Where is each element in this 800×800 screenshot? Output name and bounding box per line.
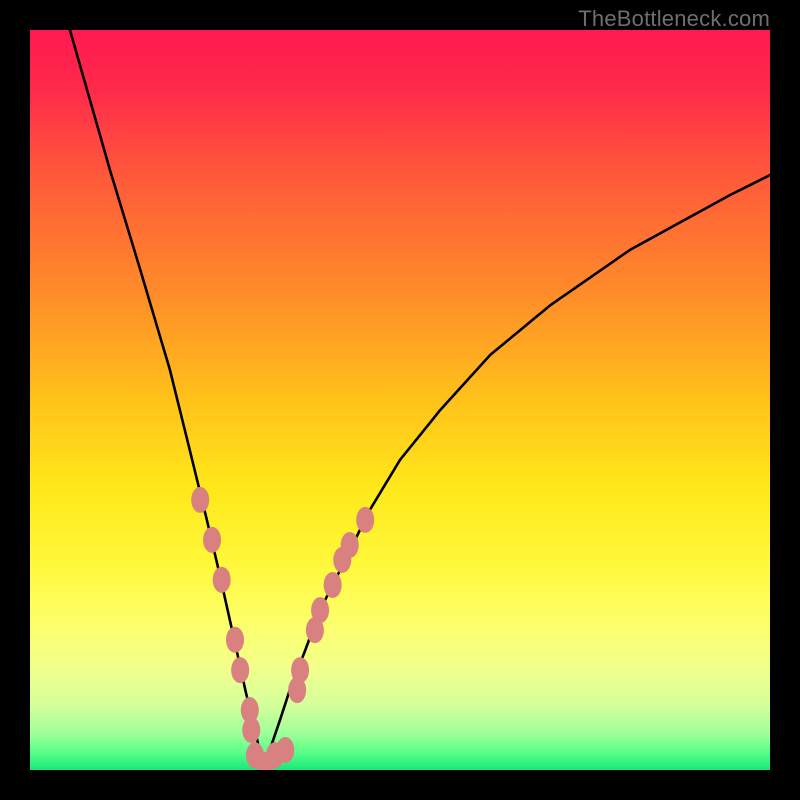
highlight-dot <box>356 507 374 533</box>
right-branch-curve <box>262 175 770 770</box>
highlight-dot <box>242 717 260 743</box>
chart-frame: TheBottleneck.com <box>0 0 800 800</box>
highlight-dot <box>324 572 342 598</box>
highlight-dot <box>231 657 249 683</box>
highlight-dot <box>276 737 294 763</box>
highlight-dot <box>311 597 329 623</box>
plot-area <box>30 30 770 770</box>
highlight-dot <box>341 532 359 558</box>
curve-layer <box>30 30 770 770</box>
highlight-dot <box>213 567 231 593</box>
highlight-dot <box>203 527 221 553</box>
watermark-text: TheBottleneck.com <box>578 6 770 32</box>
highlight-dot <box>191 487 209 513</box>
highlight-dots-group <box>191 487 374 770</box>
highlight-dot <box>226 627 244 653</box>
left-branch-curve <box>70 30 262 770</box>
highlight-dot <box>291 657 309 683</box>
